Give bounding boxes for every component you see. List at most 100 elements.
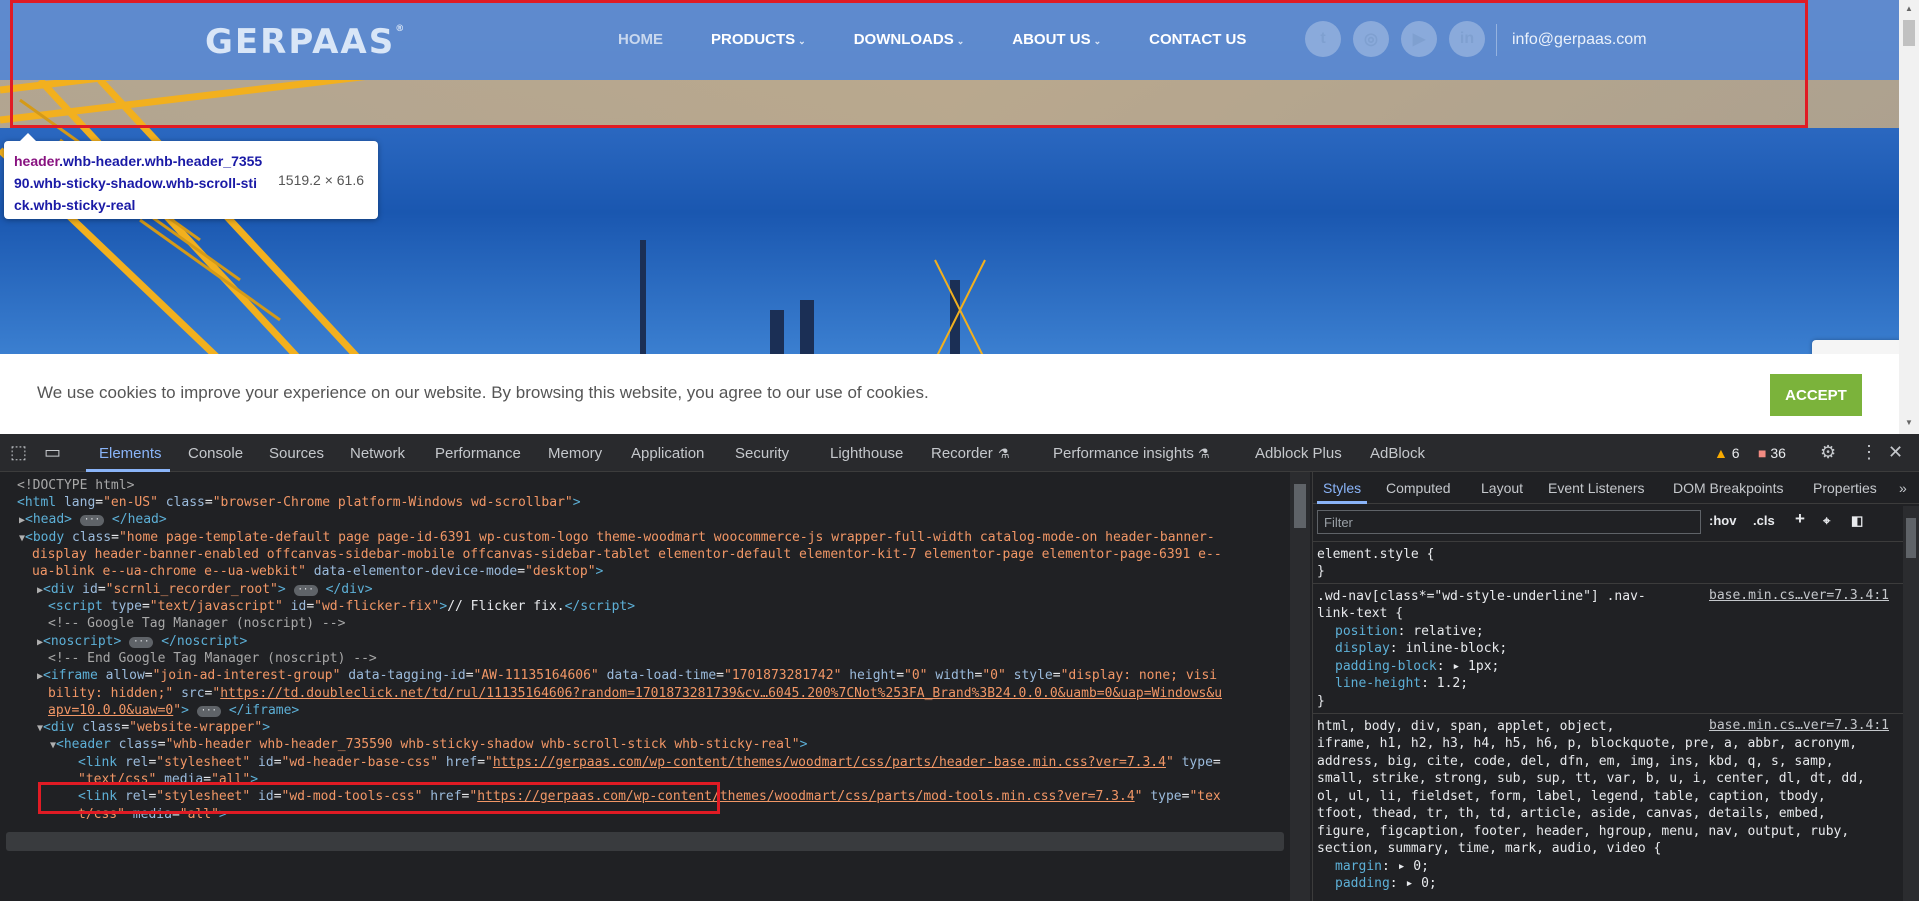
tab-elements[interactable]: Elements xyxy=(99,445,162,462)
css-value: 1.2; xyxy=(1436,676,1469,691)
css-property: margin xyxy=(1335,859,1382,874)
toggle-class-button[interactable]: .cls xyxy=(1753,513,1775,528)
tab-security[interactable]: Security xyxy=(735,445,789,462)
css-value: inline-block; xyxy=(1405,641,1508,656)
elements-tree: <!DOCTYPE html> <html lang="en-US" class… xyxy=(0,472,1290,901)
css-source-link[interactable]: base.min.cs…ver=7.3.4:1 xyxy=(1709,718,1889,733)
css-declaration[interactable]: padding-block: ▸ 1px; xyxy=(1335,658,1499,676)
rule-separator xyxy=(1313,713,1919,714)
devtools-panel: ⬚ ▭ Elements Console Sources Network Per… xyxy=(0,434,1919,901)
tab-network[interactable]: Network xyxy=(350,445,405,462)
active-styles-tab-indicator xyxy=(1317,501,1367,504)
css-selector-cont: section, summary, time, mark, audio, vid… xyxy=(1317,841,1662,856)
css-selector[interactable]: html, body, div, span, applet, object, xyxy=(1317,718,1614,736)
industrial-towers-graphic xyxy=(640,240,986,354)
dom-line[interactable]: <!-- Google Tag Manager (noscript) --> xyxy=(48,615,345,632)
dom-line[interactable]: ▶<iframe allow="join-ad-interest-group" … xyxy=(37,667,1217,685)
tab-sources[interactable]: Sources xyxy=(269,445,324,462)
elements-scrollbar[interactable] xyxy=(1290,472,1310,901)
css-declaration[interactable]: margin: ▸ 0; xyxy=(1335,858,1429,876)
tab-styles[interactable]: Styles xyxy=(1323,480,1361,496)
paint-icon[interactable]: ⌖ xyxy=(1823,513,1830,529)
rule-separator xyxy=(1313,583,1919,584)
dom-line[interactable]: <!DOCTYPE html> xyxy=(17,477,134,494)
warnings-badge[interactable]: ▲ 6 xyxy=(1714,445,1740,461)
css-value: ▸ 1px; xyxy=(1452,659,1500,674)
toggle-hover-state-button[interactable]: :hov xyxy=(1709,513,1736,528)
css-property: position xyxy=(1335,624,1398,639)
styles-scroll-thumb[interactable] xyxy=(1906,518,1916,558)
dom-line[interactable]: <html lang="en-US" class="browser-Chrome… xyxy=(17,494,581,511)
close-icon[interactable]: ✕ xyxy=(1888,442,1903,463)
dom-line-selected[interactable]: ▼<header class="whb-header whb-header_73… xyxy=(50,736,807,754)
more-options-icon[interactable]: ⋮ xyxy=(1860,442,1878,463)
more-tabs-icon[interactable]: » xyxy=(1899,480,1907,496)
gear-icon[interactable]: ⚙ xyxy=(1820,442,1836,463)
dom-line[interactable]: <script type="text/javascript" id="wd-fl… xyxy=(48,598,635,615)
scroll-down-icon[interactable]: ▼ xyxy=(1905,418,1913,427)
tab-event-listeners[interactable]: Event Listeners xyxy=(1548,480,1645,496)
warning-icon: ▲ xyxy=(1714,445,1728,461)
dom-line[interactable]: ▼<body class="home page-template-default… xyxy=(19,529,1215,547)
dom-line[interactable]: ▶<head> ··· </head> xyxy=(19,511,167,529)
css-declaration[interactable]: display: inline-block; xyxy=(1335,640,1507,658)
css-property: display xyxy=(1335,641,1390,656)
css-rule-element-style[interactable]: element.style { xyxy=(1317,546,1434,564)
styles-scrollbar[interactable] xyxy=(1903,506,1919,901)
page-scroll-thumb[interactable] xyxy=(1903,20,1915,46)
css-selector[interactable]: .wd-nav[class*="wd-style-underline"] .na… xyxy=(1317,588,1646,606)
css-declaration[interactable]: line-height: 1.2; xyxy=(1335,675,1468,693)
new-style-rule-icon[interactable]: + xyxy=(1795,509,1805,529)
page-scrollbar[interactable]: ▲ ▼ xyxy=(1899,0,1919,434)
tab-adblock[interactable]: AdBlock xyxy=(1370,445,1425,462)
issues-count: 36 xyxy=(1770,445,1786,461)
inspect-highlight-box xyxy=(10,0,1808,128)
elements-scroll-thumb[interactable] xyxy=(1294,484,1306,528)
tab-adblock-plus[interactable]: Adblock Plus xyxy=(1255,445,1342,462)
sidebar-toggle-icon[interactable]: ◧ xyxy=(1851,513,1863,529)
css-declaration[interactable]: position: relative; xyxy=(1335,623,1484,641)
css-selector-cont: address, big, cite, code, del, dfn, em, … xyxy=(1317,754,1834,769)
css-rule-close: } xyxy=(1317,694,1325,709)
issue-icon: ■ xyxy=(1758,445,1767,461)
scroll-up-icon[interactable]: ▲ xyxy=(1905,4,1913,13)
accept-cookies-button[interactable]: ACCEPT xyxy=(1770,374,1862,416)
tooltip-tag: header xyxy=(14,153,60,169)
dom-line[interactable]: ▼<div class="website-wrapper"> xyxy=(37,719,270,737)
tab-application[interactable]: Application xyxy=(631,445,704,462)
cookie-bar: We use cookies to improve your experienc… xyxy=(0,354,1899,434)
tab-properties[interactable]: Properties xyxy=(1813,480,1877,496)
tab-dom-breakpoints[interactable]: DOM Breakpoints xyxy=(1673,480,1783,496)
tab-console[interactable]: Console xyxy=(188,445,243,462)
dom-line[interactable]: ▶<noscript> ··· </noscript> xyxy=(37,633,247,651)
css-selector-cont: small, strike, strong, sub, sup, tt, var… xyxy=(1317,771,1865,786)
tab-memory[interactable]: Memory xyxy=(548,445,602,462)
tab-layout[interactable]: Layout xyxy=(1481,480,1523,496)
css-property: line-height xyxy=(1335,676,1422,691)
flask-icon: ⚗ xyxy=(998,446,1010,461)
warnings-count: 6 xyxy=(1731,445,1740,461)
issues-badge[interactable]: ■ 36 xyxy=(1758,445,1786,461)
css-declaration[interactable]: padding: ▸ 0; xyxy=(1335,875,1437,893)
dom-line[interactable]: ▶<div id="scrnli_recorder_root"> ··· </d… xyxy=(37,581,373,599)
css-source-link[interactable]: base.min.cs…ver=7.3.4:1 xyxy=(1709,588,1889,603)
css-property: padding-block xyxy=(1335,659,1437,674)
css-rule-close: } xyxy=(1317,564,1325,579)
tooltip-size: 1519.2 × 61.6 xyxy=(278,172,365,188)
css-value: relative; xyxy=(1413,624,1484,639)
styles-tabbar: Styles Computed Layout Event Listeners D… xyxy=(1313,472,1919,504)
tab-computed[interactable]: Computed xyxy=(1386,480,1451,496)
dom-line[interactable]: <link rel="stylesheet" id="wd-header-bas… xyxy=(78,754,1221,771)
css-selector-cont: iframe, h1, h2, h3, h4, h5, h6, p, block… xyxy=(1317,736,1858,751)
tab-performance[interactable]: Performance xyxy=(435,445,521,462)
flask-icon: ⚗ xyxy=(1198,446,1210,461)
tab-performance-insights[interactable]: Performance insights xyxy=(1053,445,1194,462)
tab-lighthouse[interactable]: Lighthouse xyxy=(830,445,903,462)
styles-filter-input[interactable] xyxy=(1317,510,1701,534)
device-toolbar-icon[interactable]: ▭ xyxy=(44,442,61,463)
dom-line[interactable]: <!-- End Google Tag Manager (noscript) -… xyxy=(48,650,377,667)
inspect-element-icon[interactable]: ⬚ xyxy=(10,442,27,463)
css-selector-cont: link-text { xyxy=(1317,606,1404,621)
tab-recorder[interactable]: Recorder xyxy=(931,445,993,462)
tooltip-selector: header.whb-header.whb-header_735590.whb-… xyxy=(14,150,264,216)
